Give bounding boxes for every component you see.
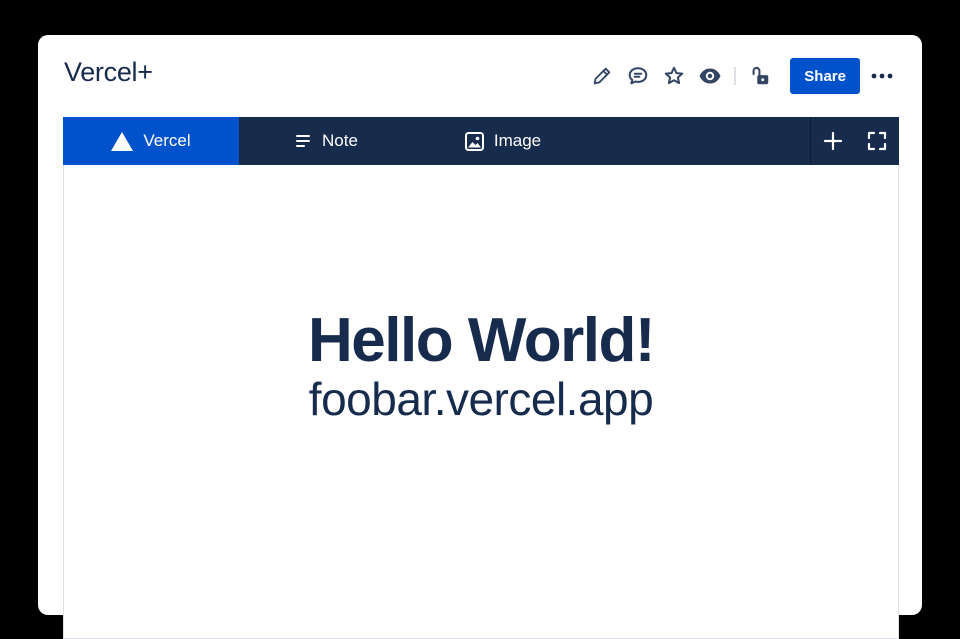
eye-icon[interactable] [692, 58, 728, 94]
page-toolbar: Share [584, 58, 900, 94]
tab-label: Note [322, 131, 358, 150]
tab-label: Vercel [143, 131, 191, 150]
preview-content: Hello World! foobar.vercel.app [64, 306, 898, 425]
tab-image[interactable]: Image [415, 117, 591, 165]
preview-url: foobar.vercel.app [308, 373, 654, 425]
embed-actions [810, 117, 899, 165]
star-icon[interactable] [656, 58, 692, 94]
preview-heading: Hello World! [308, 306, 655, 375]
lines-icon [296, 134, 312, 148]
plus-icon[interactable] [810, 117, 855, 165]
share-button[interactable]: Share [790, 58, 860, 94]
tab-note[interactable]: Note [239, 117, 415, 165]
pencil-icon[interactable] [584, 58, 620, 94]
fullscreen-icon[interactable] [855, 117, 899, 165]
image-icon [464, 131, 484, 151]
embed-panel: Vercel Note Image Hello World! foobar.ve… [63, 117, 899, 639]
unlock-icon[interactable] [742, 58, 778, 94]
more-icon[interactable] [864, 58, 900, 94]
toolbar-divider [734, 67, 737, 85]
tab-label: Image [493, 131, 542, 150]
tab-vercel[interactable]: Vercel [63, 117, 239, 165]
comment-icon[interactable] [620, 58, 656, 94]
page-card: Vercel+ Share Vercel Note Image Hello Wo… [38, 35, 922, 639]
embed-tabbar: Vercel Note Image [63, 117, 899, 165]
page-title: Vercel+ [64, 57, 153, 87]
triangle-icon [111, 131, 134, 151]
